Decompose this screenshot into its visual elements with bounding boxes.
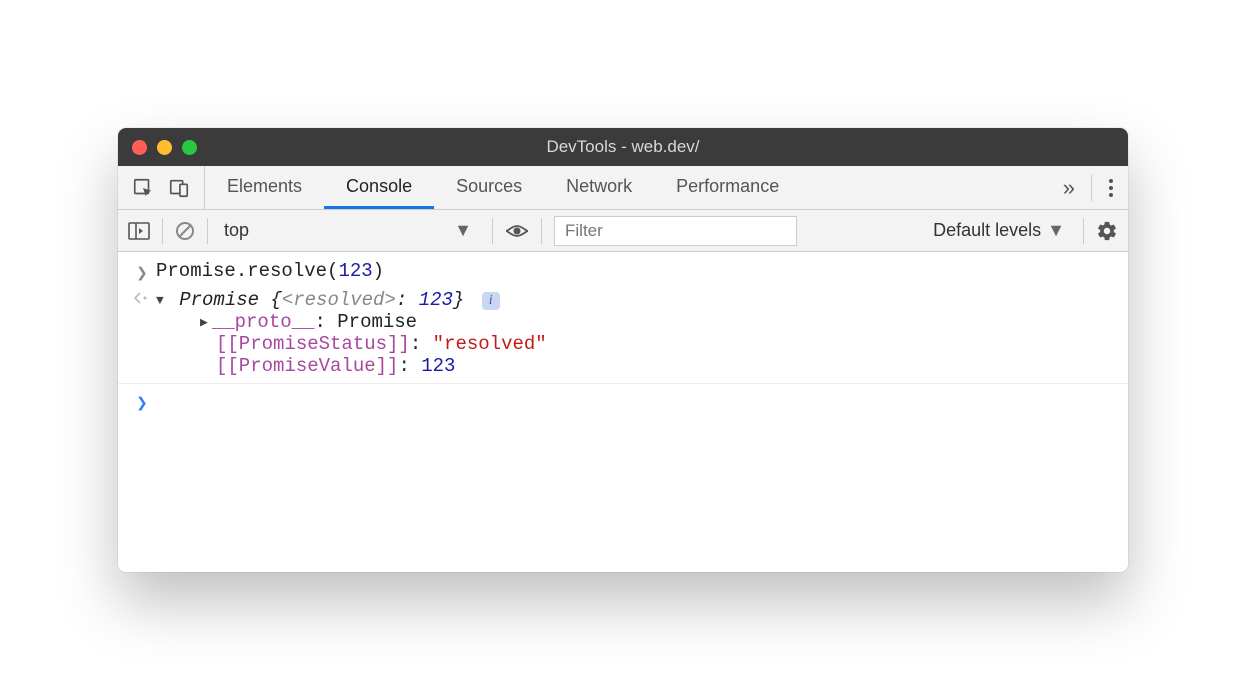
- tabbar-right: »: [1055, 166, 1122, 209]
- divider: [541, 218, 542, 244]
- close-button[interactable]: [132, 140, 147, 155]
- proto-line[interactable]: ▶ __proto__: Promise: [200, 311, 1118, 333]
- tab-console[interactable]: Console: [324, 166, 434, 209]
- tabbar-left: [124, 166, 205, 209]
- object-children: ▶ __proto__: Promise [[PromiseStatus]]: "…: [156, 311, 1118, 377]
- divider: [162, 218, 163, 244]
- summary-class: Promise {: [179, 289, 282, 311]
- proto-value: Promise: [337, 311, 417, 333]
- sidebar-toggle-icon[interactable]: [128, 222, 150, 240]
- tab-network[interactable]: Network: [544, 166, 654, 209]
- traffic-lights: [132, 140, 197, 155]
- code-text: ): [373, 260, 384, 282]
- console-output-row: ▼ Promise {<resolved>: 123} i ▶ __proto__…: [118, 287, 1128, 384]
- tab-performance[interactable]: Performance: [654, 166, 801, 209]
- context-label: top: [224, 220, 249, 241]
- output-arrow-icon: [128, 289, 156, 305]
- window-title: DevTools - web.dev/: [118, 137, 1128, 157]
- levels-label: Default levels: [933, 220, 1041, 241]
- minimize-button[interactable]: [157, 140, 172, 155]
- log-levels-selector[interactable]: Default levels ▼: [927, 220, 1071, 241]
- expand-arrow-icon[interactable]: ▶: [200, 315, 208, 330]
- titlebar: DevTools - web.dev/: [118, 128, 1128, 166]
- colon: :: [398, 355, 421, 377]
- context-selector[interactable]: top ▼: [220, 215, 480, 247]
- console-toolbar: top ▼ Default levels ▼: [118, 210, 1128, 252]
- internal-key: [[PromiseValue]]: [216, 355, 398, 377]
- prompt-chevron-icon: ❯: [128, 390, 156, 415]
- maximize-button[interactable]: [182, 140, 197, 155]
- code-text: Promise.resolve(: [156, 260, 338, 282]
- clear-console-icon[interactable]: [175, 221, 195, 241]
- colon: :: [410, 333, 433, 355]
- summary-value: 123: [419, 289, 453, 311]
- summary-sep: :: [396, 289, 419, 311]
- divider: [492, 218, 493, 244]
- tabs: Elements Console Sources Network Perform…: [205, 166, 1055, 209]
- console-body: ❯ Promise.resolve(123) ▼ Promise {<resol…: [118, 252, 1128, 572]
- expand-arrow-icon[interactable]: ▼: [156, 293, 164, 308]
- chevron-down-icon: ▼: [1047, 220, 1065, 241]
- live-expression-icon[interactable]: [505, 223, 529, 239]
- tab-elements[interactable]: Elements: [205, 166, 324, 209]
- divider: [1091, 175, 1092, 201]
- promise-value-line: [[PromiseValue]]: 123: [200, 355, 1118, 377]
- info-icon[interactable]: i: [482, 292, 500, 310]
- input-code: Promise.resolve(123): [156, 260, 1118, 282]
- filter-input[interactable]: [554, 216, 797, 246]
- more-tabs-icon[interactable]: »: [1063, 175, 1075, 201]
- summary-state: <resolved>: [282, 289, 396, 311]
- input-chevron-icon: ❯: [128, 260, 156, 285]
- object-summary-line[interactable]: ▼ Promise {<resolved>: 123} i: [156, 289, 1118, 311]
- toggle-device-icon[interactable]: [168, 177, 190, 199]
- devtools-window: DevTools - web.dev/ Elements Console Sou…: [118, 128, 1128, 572]
- code-number: 123: [338, 260, 372, 282]
- value-value: 123: [421, 355, 455, 377]
- internal-key: [[PromiseStatus]]: [216, 333, 410, 355]
- settings-gear-icon[interactable]: [1096, 220, 1118, 242]
- divider: [207, 218, 208, 244]
- divider: [1083, 218, 1084, 244]
- proto-key: __proto__: [212, 311, 315, 333]
- promise-status-line: [[PromiseStatus]]: "resolved": [200, 333, 1118, 355]
- status-value: "resolved": [433, 333, 547, 355]
- console-input-row: ❯ Promise.resolve(123): [118, 258, 1128, 287]
- console-prompt-row[interactable]: ❯: [118, 388, 1128, 417]
- tab-sources[interactable]: Sources: [434, 166, 544, 209]
- output-content: ▼ Promise {<resolved>: 123} i ▶ __proto__…: [156, 289, 1118, 377]
- colon: :: [314, 311, 337, 333]
- inspect-element-icon[interactable]: [132, 177, 154, 199]
- summary-suffix: }: [453, 289, 464, 311]
- devtools-tabbar: Elements Console Sources Network Perform…: [118, 166, 1128, 210]
- kebab-menu-icon[interactable]: [1108, 177, 1114, 199]
- chevron-down-icon: ▼: [454, 220, 472, 241]
